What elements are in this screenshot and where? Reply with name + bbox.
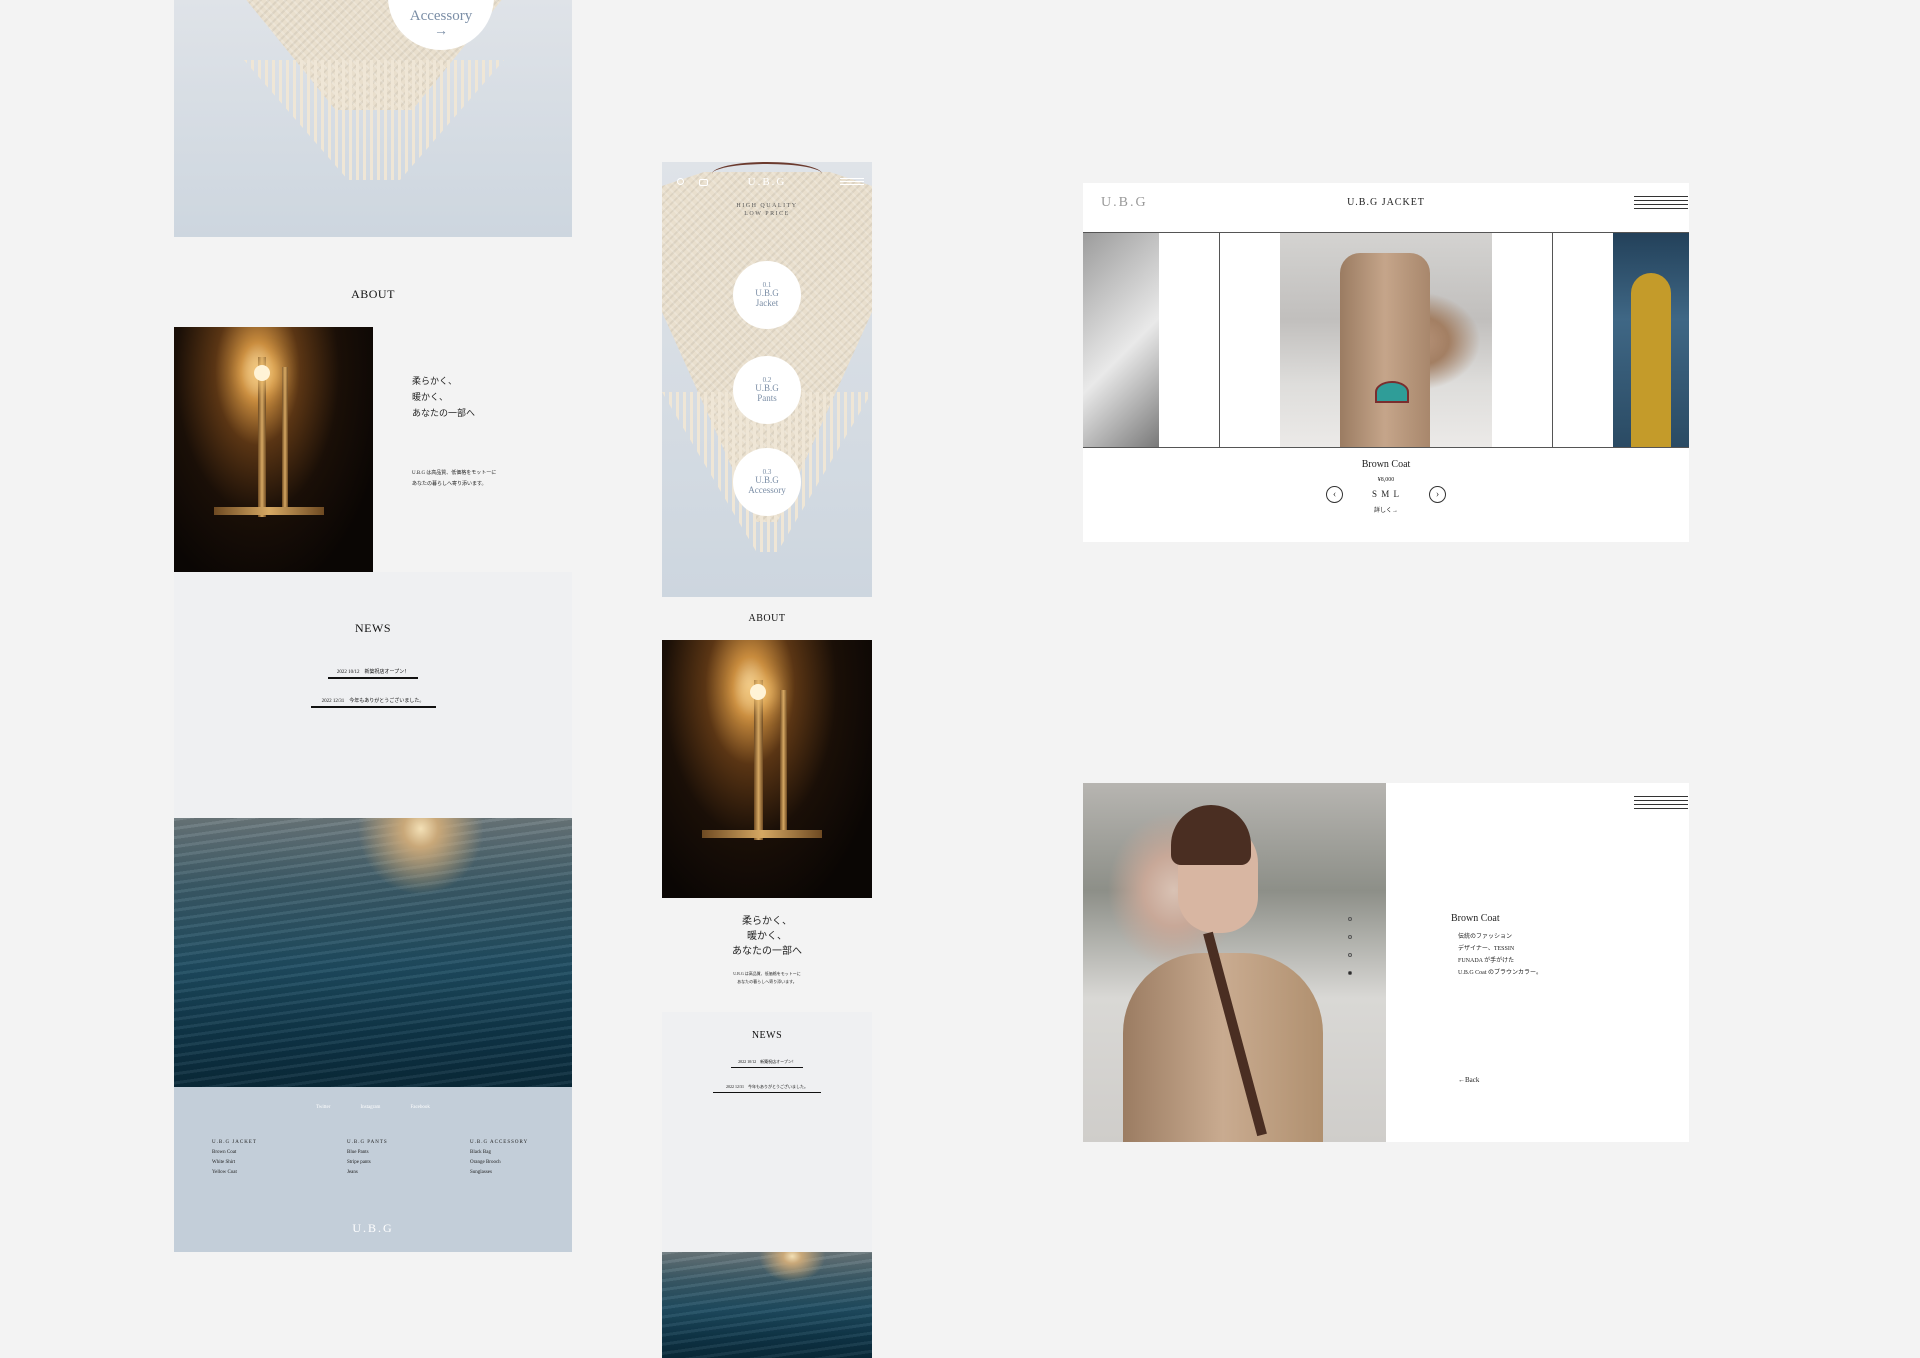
category-accessory-link[interactable]: 0.3 U.B.G Accessory bbox=[733, 448, 801, 516]
brown-coat-image bbox=[1280, 233, 1492, 447]
sewing-machine-image bbox=[174, 327, 373, 572]
detail-product-name: Brown Coat bbox=[1451, 913, 1500, 924]
detail-description: 伝統のファッション デザイナー、TESSIN FUNADA が手がけた U.B.… bbox=[1458, 934, 1542, 976]
slide-indicator[interactable] bbox=[1347, 917, 1355, 987]
category-pants-link[interactable]: 0.2 U.B.G Pants bbox=[733, 356, 801, 424]
mobile-news-title: NEWS bbox=[751, 1030, 783, 1041]
news-item[interactable]: 2022 10/12 新築祝店オープン！ bbox=[731, 1059, 803, 1068]
mobile-hero: U.B.G HIGH QUALITY LOW PRICE 0.1 U.B.G J… bbox=[662, 162, 872, 597]
mobile-about-body: U.B.G は高品質、低価格をモットーに あなたの暮らしへ寄り添います。 bbox=[733, 971, 801, 984]
menu-icon[interactable] bbox=[840, 178, 864, 186]
chevron-left-icon[interactable]: ‹ bbox=[1326, 486, 1343, 503]
desktop-home-mockup: Accessory → ABOUT 柔らかく、 暖かく、 あなたの一部へ U.B… bbox=[174, 0, 572, 1252]
slide-dot[interactable] bbox=[1348, 935, 1352, 939]
slide-dot[interactable] bbox=[1348, 917, 1352, 921]
news-item[interactable]: 2022 10/12 新築祝店オープン！ bbox=[328, 668, 418, 679]
slide-dot-active[interactable] bbox=[1348, 971, 1352, 975]
sea-image bbox=[174, 818, 572, 1087]
news-item[interactable]: 2022 12/31 今年もありがとうございました。 bbox=[310, 697, 436, 708]
about-headline: 柔らかく、 暖かく、 あなたの一部へ bbox=[412, 376, 476, 418]
footer-link[interactable]: Yellow Coat bbox=[212, 1168, 257, 1178]
carousel-page-title: U.B.G JACKET bbox=[1347, 197, 1425, 208]
category-jacket-link[interactable]: 0.1 U.B.G Jacket bbox=[733, 261, 801, 329]
slide-dot[interactable] bbox=[1348, 953, 1352, 957]
instagram-link[interactable]: Instagram bbox=[360, 1105, 380, 1110]
mobile-sea-image bbox=[662, 1252, 872, 1358]
footer-link[interactable]: Orange Brooch bbox=[470, 1158, 528, 1168]
product-detail-mockup: Brown Coat 伝統のファッション デザイナー、TESSIN FUNADA… bbox=[1083, 783, 1689, 1142]
twitter-link[interactable]: Twitter bbox=[316, 1105, 330, 1110]
product-sizes[interactable]: S M L bbox=[1083, 489, 1689, 499]
product-price: ¥8,000 bbox=[1377, 477, 1395, 483]
mobile-news-section: NEWS 2022 10/12 新築祝店オープン！ 2022 12/31 今年も… bbox=[662, 1012, 872, 1252]
news-section: NEWS 2022 10/12 新築祝店オープン！ 2022 12/31 今年も… bbox=[174, 572, 572, 818]
arrow-right-icon: → bbox=[434, 23, 448, 39]
news-item[interactable]: 2022 12/31 今年もありがとうございました。 bbox=[713, 1084, 821, 1093]
footer-link[interactable]: Stripe pants bbox=[347, 1158, 388, 1168]
facebook-link[interactable]: Facebook bbox=[410, 1105, 429, 1110]
footer-link[interactable]: Black Bag bbox=[470, 1148, 528, 1158]
carousel-slide-active[interactable] bbox=[1219, 233, 1553, 447]
mobile-about-title: ABOUT bbox=[748, 613, 786, 624]
social-links: Twitter Instagram Facebook bbox=[174, 1105, 572, 1110]
footer-link[interactable]: Brown Coat bbox=[212, 1148, 257, 1158]
mobile-sewing-image bbox=[662, 640, 872, 898]
footer-logo[interactable]: U.B.G bbox=[174, 1221, 572, 1236]
mobile-home-mockup: U.B.G HIGH QUALITY LOW PRICE 0.1 U.B.G J… bbox=[662, 162, 872, 1358]
about-body: U.B.G は高品質、低価格をモットーに あなたの暮らしへ寄り添います。 bbox=[412, 471, 497, 487]
carousel-slide-next[interactable] bbox=[1613, 233, 1689, 447]
menu-icon[interactable] bbox=[1634, 796, 1688, 810]
footer-link[interactable]: Sunglasses bbox=[470, 1168, 528, 1178]
carousel-slide-prev[interactable] bbox=[1083, 233, 1159, 447]
product-name: Brown Coat bbox=[1361, 459, 1411, 470]
about-title: ABOUT bbox=[351, 287, 395, 301]
footer-link[interactable]: White Shirt bbox=[212, 1158, 257, 1168]
footer-column-pants: U.B.G PANTS Blue Pants Stripe pants Jean… bbox=[347, 1138, 388, 1178]
carousel-track[interactable] bbox=[1083, 232, 1689, 448]
footer-column-accessory: U.B.G ACCESSORY Black Bag Orange Brooch … bbox=[470, 1138, 528, 1178]
chevron-right-icon[interactable]: › bbox=[1429, 486, 1446, 503]
woman-portrait-image bbox=[1083, 783, 1386, 1142]
mobile-about-headline: 柔らかく、 暖かく、 あなたの一部へ bbox=[732, 916, 802, 957]
detail-link[interactable]: 詳しく→ bbox=[1083, 505, 1689, 514]
menu-icon[interactable] bbox=[1634, 196, 1688, 210]
jacket-carousel-mockup: U.B.G U.B.G JACKET Brown Coat ¥8,000 S M… bbox=[1083, 183, 1689, 542]
footer-link[interactable]: Blue Pants bbox=[347, 1148, 388, 1158]
footer: Twitter Instagram Facebook U.B.G JACKET … bbox=[174, 1087, 572, 1252]
footer-link[interactable]: Jeans bbox=[347, 1168, 388, 1178]
news-title: NEWS bbox=[355, 621, 391, 635]
mobile-tagline: HIGH QUALITY LOW PRICE bbox=[736, 203, 798, 217]
hero-category-label: Accessory bbox=[409, 7, 473, 24]
hero-poncho-image: Accessory → bbox=[174, 0, 572, 237]
back-link[interactable]: ←Back bbox=[1458, 1076, 1479, 1084]
footer-column-jacket: U.B.G JACKET Brown Coat White Shirt Yell… bbox=[212, 1138, 257, 1178]
